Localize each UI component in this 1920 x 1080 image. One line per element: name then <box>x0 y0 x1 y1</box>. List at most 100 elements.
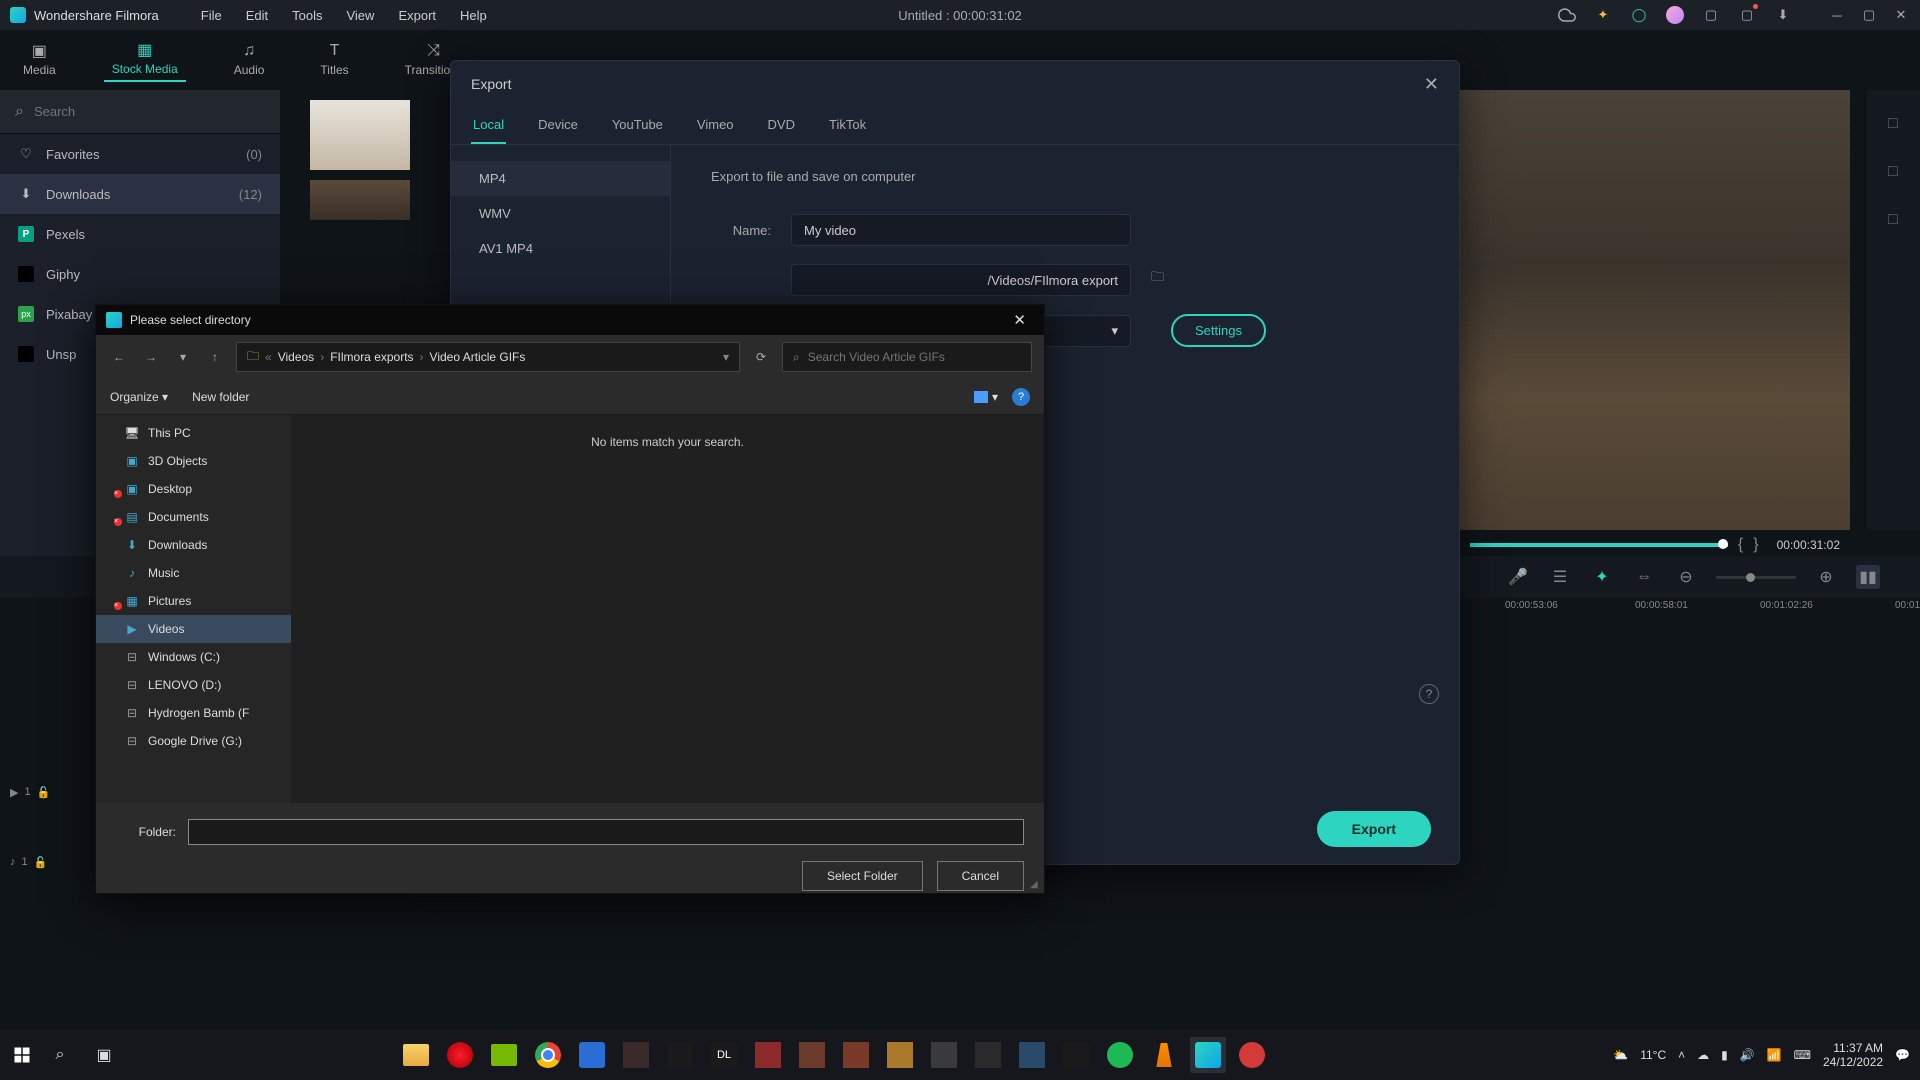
taskbar-app[interactable] <box>794 1037 830 1073</box>
headphones-icon[interactable]: ◯ <box>1630 6 1648 24</box>
sidebar-item-pexels[interactable]: PPexels <box>0 214 280 254</box>
folder-name-input[interactable] <box>188 819 1024 845</box>
download-app-icon[interactable]: ⬇ <box>1774 6 1792 24</box>
sidebar-item-giphy[interactable]: Giphy <box>0 254 280 294</box>
file-search[interactable]: ⌕ <box>782 342 1032 372</box>
export-tab-device[interactable]: Device <box>536 107 580 144</box>
breadcrumb-item[interactable]: Videos <box>278 350 314 364</box>
tree-3d-objects[interactable]: ▣3D Objects <box>96 447 291 475</box>
tree-desktop[interactable]: ▣×Desktop <box>96 475 291 503</box>
organize-dropdown[interactable]: Organize ▾ <box>110 390 168 404</box>
recent-dropdown-icon[interactable]: ▾ <box>172 346 194 368</box>
taskbar-spotify[interactable] <box>1102 1037 1138 1073</box>
refresh-icon[interactable]: ⟳ <box>750 346 772 368</box>
zoom-slider[interactable] <box>1716 576 1796 579</box>
export-tab-local[interactable]: Local <box>471 107 506 144</box>
tray-battery-icon[interactable]: ▮ <box>1721 1048 1728 1062</box>
new-folder-button[interactable]: New folder <box>192 390 249 404</box>
edge-tool-icon[interactable]: □ <box>1879 206 1907 234</box>
tray-volume-icon[interactable]: 🔊 <box>1740 1048 1755 1062</box>
sidebar-item-favorites[interactable]: ♡Favorites(0) <box>0 134 280 174</box>
taskbar-nvidia[interactable] <box>486 1037 522 1073</box>
taskbar-chrome[interactable] <box>530 1037 566 1073</box>
back-icon[interactable]: ← <box>108 346 130 368</box>
audio-track-header[interactable]: ♪1🔓 <box>10 844 60 880</box>
browse-folder-icon[interactable]: 🗀 <box>1151 268 1175 292</box>
format-mp4[interactable]: MP4 <box>451 161 670 196</box>
cloud-icon[interactable] <box>1558 6 1576 24</box>
zoom-out-icon[interactable]: ⊖ <box>1674 565 1698 589</box>
format-av1mp4[interactable]: AV1 MP4 <box>451 231 670 266</box>
taskbar-app[interactable] <box>1058 1037 1094 1073</box>
close-button[interactable]: ✕ <box>1892 6 1910 24</box>
taskbar-filmora[interactable] <box>1190 1037 1226 1073</box>
tray-wifi-icon[interactable]: 📶 <box>1767 1048 1782 1062</box>
start-button[interactable] <box>10 1043 34 1067</box>
file-search-input[interactable] <box>808 350 1021 364</box>
help-icon[interactable]: ? <box>1419 684 1439 704</box>
menu-view[interactable]: View <box>334 8 386 23</box>
taskbar-app[interactable] <box>882 1037 918 1073</box>
preview-viewport[interactable] <box>1460 90 1850 530</box>
mic-icon[interactable]: 🎤 <box>1506 565 1530 589</box>
path-breadcrumb[interactable]: 🗀 « Videos › FIlmora exports › Video Art… <box>236 342 740 372</box>
export-tab-vimeo[interactable]: Vimeo <box>695 107 736 144</box>
lightbulb-icon[interactable]: ✦ <box>1594 6 1612 24</box>
tab-media[interactable]: ▣Media <box>15 39 64 81</box>
video-track-header[interactable]: ▶1🔓 <box>10 774 60 810</box>
tree-drive-c[interactable]: ⊟Windows (C:) <box>96 643 291 671</box>
tree-drive-g[interactable]: ⊟Google Drive (G:) <box>96 727 291 755</box>
tree-pictures[interactable]: ▦×Pictures <box>96 587 291 615</box>
sidebar-item-downloads[interactable]: ⬇Downloads(12) <box>0 174 280 214</box>
taskbar-app[interactable] <box>1014 1037 1050 1073</box>
taskbar-app[interactable] <box>618 1037 654 1073</box>
maximize-button[interactable]: ▢ <box>1860 6 1878 24</box>
view-mode-dropdown[interactable]: ▾ <box>974 390 998 404</box>
fit-icon[interactable]: ▮▮ <box>1856 565 1880 589</box>
menu-edit[interactable]: Edit <box>234 8 280 23</box>
edge-tool-icon[interactable]: □ <box>1879 110 1907 138</box>
export-tab-dvd[interactable]: DVD <box>766 107 797 144</box>
taskbar-app[interactable] <box>662 1037 698 1073</box>
mark-in-icon[interactable]: { <box>1738 536 1743 554</box>
menu-tools[interactable]: Tools <box>280 8 334 23</box>
tree-this-pc[interactable]: 🖥This PC <box>96 419 291 447</box>
export-tab-youtube[interactable]: YouTube <box>610 107 665 144</box>
taskbar-vlc[interactable] <box>1146 1037 1182 1073</box>
close-icon[interactable]: ✕ <box>1005 309 1034 331</box>
media-thumbnail[interactable] <box>310 180 410 220</box>
close-icon[interactable]: ✕ <box>1424 74 1439 95</box>
tab-stock-media[interactable]: ▦Stock Media <box>104 38 186 82</box>
tree-drive-f[interactable]: ⊟Hydrogen Bamb (F <box>96 699 291 727</box>
save-icon[interactable]: ▢ <box>1702 6 1720 24</box>
message-icon[interactable]: ▢ <box>1738 6 1756 24</box>
cancel-button[interactable]: Cancel <box>937 861 1024 891</box>
weather-icon[interactable]: ⛅ <box>1613 1048 1628 1062</box>
taskbar-opera[interactable] <box>442 1037 478 1073</box>
forward-icon[interactable]: → <box>140 346 162 368</box>
lock-icon[interactable]: 🔓 <box>34 856 48 869</box>
tree-videos[interactable]: ▶Videos <box>96 615 291 643</box>
scrub-track[interactable] <box>1470 543 1728 547</box>
search-input[interactable] <box>34 104 265 119</box>
marker-icon[interactable]: ✦ <box>1590 565 1614 589</box>
lock-icon[interactable]: 🔓 <box>37 786 51 799</box>
taskbar-app[interactable] <box>926 1037 962 1073</box>
breadcrumb-item[interactable]: FIlmora exports <box>330 350 413 364</box>
mixer-icon[interactable]: ☰ <box>1548 565 1572 589</box>
select-folder-button[interactable]: Select Folder <box>802 861 923 891</box>
avatar-icon[interactable] <box>1666 6 1684 24</box>
chevron-down-icon[interactable]: ▾ <box>723 350 729 364</box>
taskbar-app[interactable] <box>574 1037 610 1073</box>
resize-grip-icon[interactable]: ◢ <box>1030 879 1042 891</box>
breadcrumb-item[interactable]: Video Article GIFs <box>430 350 526 364</box>
taskbar-app[interactable] <box>750 1037 786 1073</box>
taskbar-taskview[interactable]: ▣ <box>86 1037 122 1073</box>
format-wmv[interactable]: WMV <box>451 196 670 231</box>
tree-downloads[interactable]: ⬇Downloads <box>96 531 291 559</box>
tree-documents[interactable]: ▤×Documents <box>96 503 291 531</box>
name-input[interactable]: My video <box>791 214 1131 246</box>
minimize-button[interactable]: ─ <box>1828 6 1846 24</box>
tab-audio[interactable]: ♫Audio <box>226 39 273 81</box>
file-list-area[interactable]: No items match your search. <box>291 415 1044 803</box>
